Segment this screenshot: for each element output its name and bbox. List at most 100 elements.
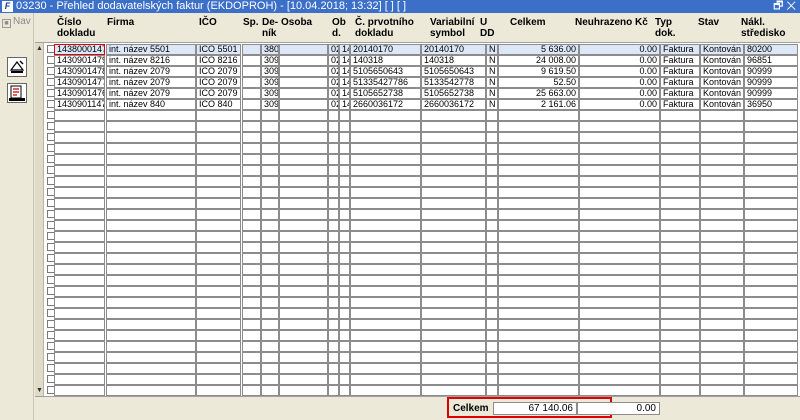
table-cell[interactable]: 52.50 bbox=[498, 77, 579, 88]
table-cell[interactable] bbox=[196, 187, 241, 198]
table-cell[interactable]: Faktura bbox=[660, 55, 700, 66]
table-cell[interactable] bbox=[486, 286, 498, 297]
table-cell[interactable] bbox=[660, 330, 700, 341]
table-cell[interactable] bbox=[700, 286, 744, 297]
table-cell[interactable] bbox=[54, 209, 105, 220]
table-cell[interactable]: Kontován bbox=[700, 55, 744, 66]
table-cell[interactable] bbox=[744, 363, 798, 374]
table-cell[interactable] bbox=[744, 132, 798, 143]
table-cell[interactable]: int. název 8216 bbox=[106, 55, 196, 66]
table-cell[interactable]: 02 bbox=[328, 99, 339, 110]
table-cell[interactable]: 5105652738 bbox=[421, 88, 486, 99]
table-cell[interactable] bbox=[242, 385, 261, 396]
table-row[interactable] bbox=[44, 286, 800, 297]
table-cell[interactable] bbox=[579, 154, 660, 165]
table-cell[interactable] bbox=[196, 253, 241, 264]
table-cell[interactable] bbox=[54, 242, 105, 253]
table-cell[interactable] bbox=[660, 132, 700, 143]
table-cell[interactable] bbox=[498, 110, 579, 121]
table-cell[interactable] bbox=[196, 132, 241, 143]
table-cell[interactable] bbox=[54, 143, 105, 154]
table-cell[interactable] bbox=[744, 319, 798, 330]
table-cell[interactable] bbox=[339, 297, 350, 308]
table-cell[interactable]: 90999 bbox=[744, 88, 798, 99]
table-row[interactable] bbox=[44, 308, 800, 319]
table-cell[interactable] bbox=[196, 165, 241, 176]
table-cell[interactable] bbox=[498, 308, 579, 319]
table-cell[interactable] bbox=[242, 242, 261, 253]
table-cell[interactable] bbox=[660, 187, 700, 198]
table-cell[interactable] bbox=[421, 319, 486, 330]
table-cell[interactable] bbox=[196, 319, 241, 330]
table-cell[interactable] bbox=[328, 319, 339, 330]
table-cell[interactable] bbox=[660, 143, 700, 154]
table-cell[interactable]: int. název 2079 bbox=[106, 66, 196, 77]
table-cell[interactable] bbox=[242, 341, 261, 352]
table-cell[interactable] bbox=[700, 209, 744, 220]
table-cell[interactable] bbox=[744, 187, 798, 198]
table-cell[interactable] bbox=[700, 165, 744, 176]
table-cell[interactable] bbox=[106, 165, 196, 176]
table-cell[interactable] bbox=[261, 352, 279, 363]
table-cell[interactable] bbox=[279, 242, 328, 253]
table-cell[interactable]: N bbox=[486, 55, 498, 66]
table-cell[interactable] bbox=[498, 374, 579, 385]
table-cell[interactable] bbox=[486, 330, 498, 341]
table-cell[interactable] bbox=[498, 121, 579, 132]
table-cell[interactable] bbox=[261, 198, 279, 209]
table-cell[interactable] bbox=[421, 341, 486, 352]
table-cell[interactable] bbox=[421, 264, 486, 275]
table-cell[interactable] bbox=[660, 242, 700, 253]
table-cell[interactable] bbox=[350, 264, 421, 275]
table-cell[interactable] bbox=[196, 209, 241, 220]
table-cell[interactable] bbox=[700, 275, 744, 286]
table-cell[interactable]: N bbox=[486, 99, 498, 110]
table-cell[interactable] bbox=[261, 308, 279, 319]
table-cell[interactable]: 1438000147 bbox=[54, 44, 105, 55]
table-cell[interactable]: N bbox=[486, 66, 498, 77]
table-cell[interactable] bbox=[328, 154, 339, 165]
table-cell[interactable] bbox=[350, 132, 421, 143]
table-cell[interactable] bbox=[196, 275, 241, 286]
vertical-scrollbar[interactable]: ▲ ▼ bbox=[35, 43, 44, 396]
table-cell[interactable] bbox=[54, 198, 105, 209]
table-cell[interactable] bbox=[339, 330, 350, 341]
table-cell[interactable] bbox=[196, 198, 241, 209]
table-cell[interactable] bbox=[242, 363, 261, 374]
table-cell[interactable] bbox=[328, 286, 339, 297]
table-cell[interactable]: 51335427786 bbox=[350, 77, 421, 88]
table-cell[interactable]: IČO 2079 bbox=[196, 88, 241, 99]
table-cell[interactable] bbox=[196, 242, 241, 253]
tool-stamp-icon[interactable] bbox=[7, 57, 27, 77]
table-cell[interactable]: 309 bbox=[261, 88, 279, 99]
table-cell[interactable] bbox=[196, 352, 241, 363]
table-cell[interactable] bbox=[339, 110, 350, 121]
table-cell[interactable] bbox=[54, 176, 105, 187]
table-cell[interactable] bbox=[579, 352, 660, 363]
table-cell[interactable]: N bbox=[486, 77, 498, 88]
table-cell[interactable] bbox=[328, 385, 339, 396]
table-cell[interactable] bbox=[744, 297, 798, 308]
table-cell[interactable] bbox=[196, 220, 241, 231]
scroll-up-icon[interactable]: ▲ bbox=[35, 44, 44, 53]
table-row[interactable] bbox=[44, 275, 800, 286]
table-cell[interactable] bbox=[106, 363, 196, 374]
table-cell[interactable]: Kontován bbox=[700, 77, 744, 88]
table-cell[interactable] bbox=[328, 132, 339, 143]
table-cell[interactable] bbox=[579, 330, 660, 341]
table-cell[interactable] bbox=[106, 121, 196, 132]
table-cell[interactable] bbox=[242, 209, 261, 220]
table-cell[interactable] bbox=[54, 110, 105, 121]
table-cell[interactable] bbox=[421, 154, 486, 165]
table-cell[interactable] bbox=[339, 341, 350, 352]
table-cell[interactable]: 20140170 bbox=[421, 44, 486, 55]
table-cell[interactable] bbox=[700, 253, 744, 264]
column-header[interactable]: IČO bbox=[199, 17, 241, 28]
table-cell[interactable] bbox=[579, 286, 660, 297]
table-cell[interactable] bbox=[196, 264, 241, 275]
table-cell[interactable] bbox=[328, 165, 339, 176]
table-cell[interactable] bbox=[54, 264, 105, 275]
table-cell[interactable] bbox=[339, 209, 350, 220]
table-cell[interactable] bbox=[242, 220, 261, 231]
table-cell[interactable] bbox=[579, 242, 660, 253]
